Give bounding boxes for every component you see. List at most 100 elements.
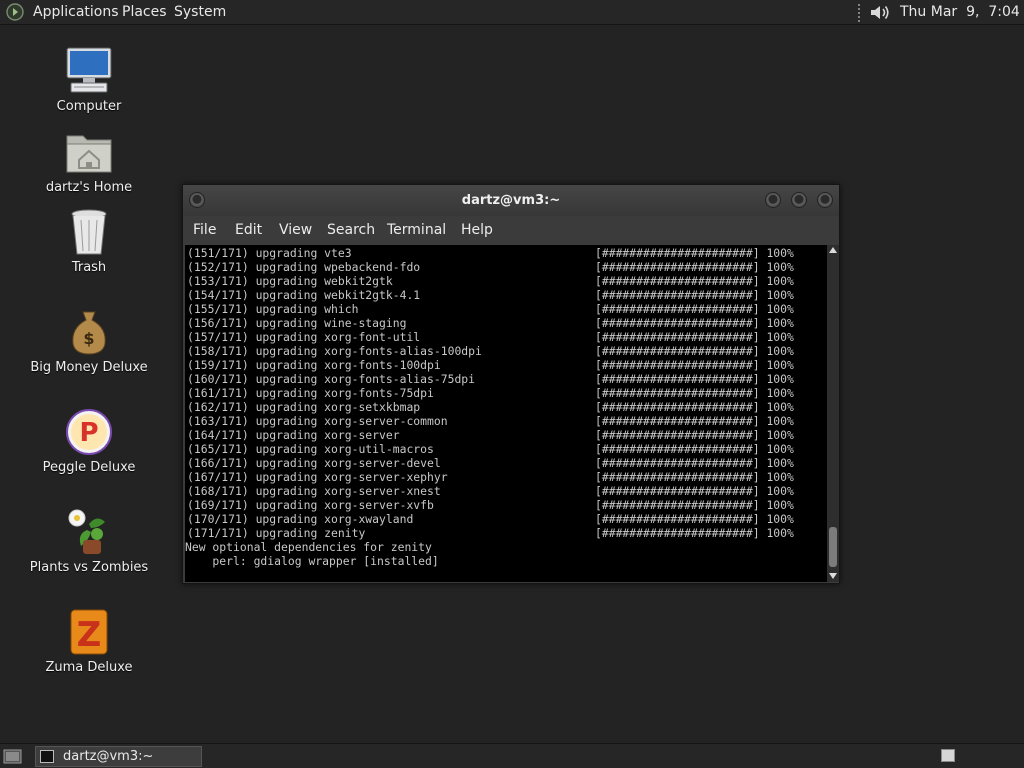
terminal-progress-percent: 100% bbox=[766, 512, 794, 526]
close-button[interactable] bbox=[817, 192, 833, 208]
terminal-progress: [######################] 100% bbox=[595, 260, 794, 274]
terminal-scrollbar[interactable] bbox=[827, 245, 839, 582]
menu-terminal[interactable]: Terminal bbox=[387, 222, 446, 238]
terminal-line-text: (166/171) upgrading xorg-server-devel bbox=[187, 456, 441, 470]
terminal-progress-bar: [######################] bbox=[595, 358, 760, 372]
terminal-line-text: (154/171) upgrading webkit2gtk-4.1 bbox=[187, 288, 421, 302]
terminal-line-text: (152/171) upgrading wpebackend-fdo bbox=[187, 260, 421, 274]
trash-icon bbox=[71, 209, 107, 255]
terminal-progress-percent: 100% bbox=[766, 470, 794, 484]
terminal-progress-percent: 100% bbox=[766, 498, 794, 512]
desktop-icon-big-money[interactable]: $ Big Money Deluxe bbox=[19, 306, 159, 375]
gnome-foot-icon[interactable] bbox=[6, 3, 24, 21]
terminal-progress-bar: [######################] bbox=[595, 442, 760, 456]
desktop-icon-label: Big Money Deluxe bbox=[30, 360, 148, 375]
terminal-progress: [######################] 100% bbox=[595, 372, 794, 386]
desktop-icon-label: Zuma Deluxe bbox=[45, 660, 133, 675]
terminal-progress: [######################] 100% bbox=[595, 316, 794, 330]
terminal-icon bbox=[40, 750, 54, 763]
minimize-button[interactable] bbox=[765, 192, 781, 208]
terminal-progress-percent: 100% bbox=[766, 428, 794, 442]
terminal-line: (170/171) upgrading xorg-xwayland [######… bbox=[187, 512, 794, 526]
terminal-progress-bar: [######################] bbox=[595, 470, 760, 484]
terminal-progress-bar: [######################] bbox=[595, 372, 760, 386]
computer-icon bbox=[66, 47, 112, 93]
terminal-line-text: (155/171) upgrading which bbox=[187, 302, 359, 316]
panel-separator[interactable] bbox=[857, 3, 861, 22]
places-menu[interactable]: Places bbox=[122, 4, 167, 20]
window-title: dartz@vm3:~ bbox=[461, 193, 561, 208]
terminal-line: (168/171) upgrading xorg-server-xnest [##… bbox=[187, 484, 794, 498]
scroll-up-arrow-icon[interactable] bbox=[829, 247, 837, 253]
desktop-icon-label: Computer bbox=[56, 99, 122, 114]
desktop-icon-computer[interactable]: Computer bbox=[19, 45, 159, 114]
terminal-line-text: (161/171) upgrading xorg-fonts-75dpi bbox=[187, 386, 434, 400]
desktop-icon-home[interactable]: dartz's Home bbox=[19, 126, 159, 195]
show-desktop-icon[interactable] bbox=[3, 748, 22, 764]
workspace-switcher-icon[interactable] bbox=[941, 749, 955, 762]
terminal-line: (164/171) upgrading xorg-server [########… bbox=[187, 428, 794, 442]
terminal-progress-percent: 100% bbox=[766, 316, 794, 330]
bottom-panel: dartz@vm3:~ bbox=[0, 743, 1024, 768]
terminal-line-text: (164/171) upgrading xorg-server bbox=[187, 428, 400, 442]
terminal-menubar: File Edit View Search Terminal Help bbox=[183, 216, 839, 245]
terminal-progress-percent: 100% bbox=[766, 344, 794, 358]
scrollbar-thumb[interactable] bbox=[829, 527, 837, 567]
desktop-icon-label: Trash bbox=[71, 260, 107, 275]
terminal-progress-bar: [######################] bbox=[595, 484, 760, 498]
terminal-progress-percent: 100% bbox=[766, 372, 794, 386]
terminal-progress: [######################] 100% bbox=[595, 526, 794, 540]
taskbar-item-terminal[interactable]: dartz@vm3:~ bbox=[35, 746, 202, 767]
desktop-icon-trash[interactable]: Trash bbox=[19, 206, 159, 275]
terminal-progress: [######################] 100% bbox=[595, 512, 794, 526]
terminal-progress-bar: [######################] bbox=[595, 400, 760, 414]
terminal-progress-percent: 100% bbox=[766, 246, 794, 260]
terminal-line: (161/171) upgrading xorg-fonts-75dpi [###… bbox=[187, 386, 794, 400]
terminal-progress-percent: 100% bbox=[766, 414, 794, 428]
terminal-line: (155/171) upgrading which [##############… bbox=[187, 302, 794, 316]
maximize-button[interactable] bbox=[791, 192, 807, 208]
desktop-icon-plants-vs-zombies[interactable]: Plants vs Zombies bbox=[19, 506, 159, 575]
terminal-progress-percent: 100% bbox=[766, 526, 794, 540]
terminal-progress-percent: 100% bbox=[766, 358, 794, 372]
terminal-progress: [######################] 100% bbox=[595, 358, 794, 372]
system-menu[interactable]: System bbox=[174, 4, 226, 20]
scroll-down-arrow-icon[interactable] bbox=[829, 573, 837, 579]
menu-search[interactable]: Search bbox=[327, 222, 375, 238]
menu-view[interactable]: View bbox=[279, 222, 312, 238]
plants-icon bbox=[68, 509, 105, 554]
applications-menu[interactable]: Applications bbox=[33, 4, 119, 20]
terminal-line: (171/171) upgrading zenity [#############… bbox=[187, 526, 794, 540]
terminal-line-text: (168/171) upgrading xorg-server-xnest bbox=[187, 484, 441, 498]
terminal-progress-bar: [######################] bbox=[595, 330, 760, 344]
menu-edit[interactable]: Edit bbox=[235, 222, 262, 238]
terminal-line: (165/171) upgrading xorg-util-macros [###… bbox=[187, 442, 794, 456]
desktop-icon-zuma[interactable]: Z Zuma Deluxe bbox=[19, 606, 159, 675]
terminal-output[interactable]: (151/171) upgrading vte3 [###############… bbox=[185, 245, 827, 582]
terminal-progress-bar: [######################] bbox=[595, 274, 760, 288]
clock[interactable]: Thu Mar 9, 7:04 PM bbox=[900, 4, 1024, 20]
terminal-progress: [######################] 100% bbox=[595, 470, 794, 484]
terminal-line: (169/171) upgrading xorg-server-xvfb [###… bbox=[187, 498, 794, 512]
volume-icon[interactable] bbox=[868, 2, 892, 23]
window-titlebar[interactable]: dartz@vm3:~ bbox=[183, 185, 839, 216]
terminal-progress-bar: [######################] bbox=[595, 260, 760, 274]
terminal-progress-percent: 100% bbox=[766, 400, 794, 414]
desktop-icon-peggle[interactable]: P Peggle Deluxe bbox=[19, 406, 159, 475]
terminal-line: (154/171) upgrading webkit2gtk-4.1 [#####… bbox=[187, 288, 794, 302]
terminal-progress: [######################] 100% bbox=[595, 456, 794, 470]
terminal-line-text: (157/171) upgrading xorg-font-util bbox=[187, 330, 421, 344]
terminal-window[interactable]: dartz@vm3:~ File Edit View Search Termin… bbox=[182, 184, 840, 584]
terminal-line-text: (171/171) upgrading zenity bbox=[187, 526, 366, 540]
menu-help[interactable]: Help bbox=[461, 222, 493, 238]
terminal-line: (167/171) upgrading xorg-server-xephyr [#… bbox=[187, 470, 794, 484]
terminal-progress: [######################] 100% bbox=[595, 484, 794, 498]
terminal-progress: [######################] 100% bbox=[595, 498, 794, 512]
menu-file[interactable]: File bbox=[193, 222, 216, 238]
terminal-line: (160/171) upgrading xorg-fonts-alias-75d… bbox=[187, 372, 794, 386]
terminal-progress-bar: [######################] bbox=[595, 414, 760, 428]
terminal-progress-bar: [######################] bbox=[595, 512, 760, 526]
terminal-progress-bar: [######################] bbox=[595, 428, 760, 442]
terminal-line: (151/171) upgrading vte3 [###############… bbox=[187, 246, 794, 260]
terminal-progress: [######################] 100% bbox=[595, 330, 794, 344]
